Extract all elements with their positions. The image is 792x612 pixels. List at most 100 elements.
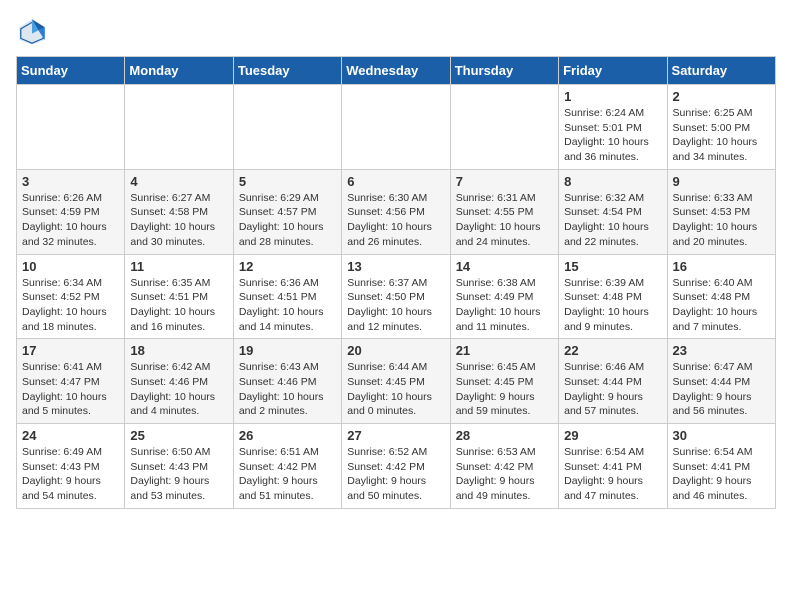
day-info: Sunrise: 6:29 AM Sunset: 4:57 PM Dayligh… <box>239 191 336 250</box>
calendar-header-row: SundayMondayTuesdayWednesdayThursdayFrid… <box>17 57 776 85</box>
calendar-week-3: 10Sunrise: 6:34 AM Sunset: 4:52 PM Dayli… <box>17 254 776 339</box>
day-number: 3 <box>22 174 119 189</box>
day-header-thursday: Thursday <box>450 57 558 85</box>
day-number: 22 <box>564 343 661 358</box>
calendar-cell: 8 Sunrise: 6:32 AM Sunset: 4:54 PM Daylig… <box>559 169 667 254</box>
calendar-cell: 29 Sunrise: 6:54 AM Sunset: 4:41 PM Dayli… <box>559 424 667 509</box>
day-header-wednesday: Wednesday <box>342 57 450 85</box>
calendar-cell: 9 Sunrise: 6:33 AM Sunset: 4:53 PM Daylig… <box>667 169 775 254</box>
calendar-cell: 10Sunrise: 6:34 AM Sunset: 4:52 PM Dayli… <box>17 254 125 339</box>
day-info: Sunrise: 6:26 AM Sunset: 4:59 PM Dayligh… <box>22 191 119 250</box>
day-info: Sunrise: 6:54 AM Sunset: 4:41 PM Dayligh… <box>564 445 661 504</box>
day-number: 12 <box>239 259 336 274</box>
day-info: Sunrise: 6:40 AM Sunset: 4:48 PM Dayligh… <box>673 276 770 335</box>
day-number: 17 <box>22 343 119 358</box>
calendar-cell <box>342 85 450 170</box>
day-number: 10 <box>22 259 119 274</box>
calendar-cell: 4Sunrise: 6:27 AM Sunset: 4:58 PM Daylig… <box>125 169 233 254</box>
day-number: 11 <box>130 259 227 274</box>
day-header-sunday: Sunday <box>17 57 125 85</box>
day-info: Sunrise: 6:47 AM Sunset: 4:44 PM Dayligh… <box>673 360 770 419</box>
day-number: 4 <box>130 174 227 189</box>
day-info: Sunrise: 6:38 AM Sunset: 4:49 PM Dayligh… <box>456 276 553 335</box>
day-number: 24 <box>22 428 119 443</box>
day-header-monday: Monday <box>125 57 233 85</box>
page-header <box>16 16 776 48</box>
day-number: 14 <box>456 259 553 274</box>
calendar-cell: 11 Sunrise: 6:35 AM Sunset: 4:51 PM Dayli… <box>125 254 233 339</box>
day-header-friday: Friday <box>559 57 667 85</box>
calendar-cell: 28Sunrise: 6:53 AM Sunset: 4:42 PM Dayli… <box>450 424 558 509</box>
calendar-cell: 1 Sunrise: 6:24 AM Sunset: 5:01 PM Daylig… <box>559 85 667 170</box>
day-number: 26 <box>239 428 336 443</box>
day-info: Sunrise: 6:53 AM Sunset: 4:42 PM Dayligh… <box>456 445 553 504</box>
day-number: 23 <box>673 343 770 358</box>
calendar-cell: 22 Sunrise: 6:46 AM Sunset: 4:44 PM Dayli… <box>559 339 667 424</box>
day-info: Sunrise: 6:46 AM Sunset: 4:44 PM Dayligh… <box>564 360 661 419</box>
day-number: 25 <box>130 428 227 443</box>
day-number: 30 <box>673 428 770 443</box>
calendar: SundayMondayTuesdayWednesdayThursdayFrid… <box>16 56 776 509</box>
logo-icon <box>16 16 48 48</box>
calendar-cell: 26 Sunrise: 6:51 AM Sunset: 4:42 PM Dayli… <box>233 424 341 509</box>
calendar-cell: 2 Sunrise: 6:25 AM Sunset: 5:00 PM Daylig… <box>667 85 775 170</box>
day-number: 18 <box>130 343 227 358</box>
calendar-cell: 16 Sunrise: 6:40 AM Sunset: 4:48 PM Dayli… <box>667 254 775 339</box>
day-info: Sunrise: 6:35 AM Sunset: 4:51 PM Dayligh… <box>130 276 227 335</box>
day-info: Sunrise: 6:42 AM Sunset: 4:46 PM Dayligh… <box>130 360 227 419</box>
day-number: 21 <box>456 343 553 358</box>
day-info: Sunrise: 6:24 AM Sunset: 5:01 PM Dayligh… <box>564 106 661 165</box>
day-number: 9 <box>673 174 770 189</box>
calendar-cell: 19 Sunrise: 6:43 AM Sunset: 4:46 PM Dayli… <box>233 339 341 424</box>
day-info: Sunrise: 6:45 AM Sunset: 4:45 PM Dayligh… <box>456 360 553 419</box>
day-number: 27 <box>347 428 444 443</box>
day-number: 2 <box>673 89 770 104</box>
day-info: Sunrise: 6:41 AM Sunset: 4:47 PM Dayligh… <box>22 360 119 419</box>
calendar-cell: 21 Sunrise: 6:45 AM Sunset: 4:45 PM Dayli… <box>450 339 558 424</box>
calendar-cell: 30 Sunrise: 6:54 AM Sunset: 4:41 PM Dayli… <box>667 424 775 509</box>
day-number: 8 <box>564 174 661 189</box>
calendar-cell: 15 Sunrise: 6:39 AM Sunset: 4:48 PM Dayli… <box>559 254 667 339</box>
day-number: 19 <box>239 343 336 358</box>
day-info: Sunrise: 6:50 AM Sunset: 4:43 PM Dayligh… <box>130 445 227 504</box>
day-number: 5 <box>239 174 336 189</box>
day-info: Sunrise: 6:52 AM Sunset: 4:42 PM Dayligh… <box>347 445 444 504</box>
day-info: Sunrise: 6:32 AM Sunset: 4:54 PM Dayligh… <box>564 191 661 250</box>
day-number: 16 <box>673 259 770 274</box>
day-info: Sunrise: 6:43 AM Sunset: 4:46 PM Dayligh… <box>239 360 336 419</box>
calendar-week-4: 17 Sunrise: 6:41 AM Sunset: 4:47 PM Dayli… <box>17 339 776 424</box>
calendar-cell: 5 Sunrise: 6:29 AM Sunset: 4:57 PM Daylig… <box>233 169 341 254</box>
calendar-cell: 6Sunrise: 6:30 AM Sunset: 4:56 PM Daylig… <box>342 169 450 254</box>
calendar-cell: 3 Sunrise: 6:26 AM Sunset: 4:59 PM Daylig… <box>17 169 125 254</box>
day-info: Sunrise: 6:54 AM Sunset: 4:41 PM Dayligh… <box>673 445 770 504</box>
day-number: 29 <box>564 428 661 443</box>
calendar-cell <box>233 85 341 170</box>
day-info: Sunrise: 6:49 AM Sunset: 4:43 PM Dayligh… <box>22 445 119 504</box>
calendar-cell: 7Sunrise: 6:31 AM Sunset: 4:55 PM Daylig… <box>450 169 558 254</box>
calendar-cell <box>450 85 558 170</box>
calendar-cell: 27 Sunrise: 6:52 AM Sunset: 4:42 PM Dayli… <box>342 424 450 509</box>
calendar-cell: 25 Sunrise: 6:50 AM Sunset: 4:43 PM Dayli… <box>125 424 233 509</box>
day-info: Sunrise: 6:36 AM Sunset: 4:51 PM Dayligh… <box>239 276 336 335</box>
day-number: 6 <box>347 174 444 189</box>
calendar-cell: 12 Sunrise: 6:36 AM Sunset: 4:51 PM Dayli… <box>233 254 341 339</box>
day-number: 7 <box>456 174 553 189</box>
day-header-tuesday: Tuesday <box>233 57 341 85</box>
calendar-week-1: 1 Sunrise: 6:24 AM Sunset: 5:01 PM Daylig… <box>17 85 776 170</box>
logo <box>16 16 52 48</box>
calendar-cell: 14 Sunrise: 6:38 AM Sunset: 4:49 PM Dayli… <box>450 254 558 339</box>
calendar-week-5: 24 Sunrise: 6:49 AM Sunset: 4:43 PM Dayli… <box>17 424 776 509</box>
day-info: Sunrise: 6:25 AM Sunset: 5:00 PM Dayligh… <box>673 106 770 165</box>
day-number: 13 <box>347 259 444 274</box>
day-number: 1 <box>564 89 661 104</box>
calendar-week-2: 3 Sunrise: 6:26 AM Sunset: 4:59 PM Daylig… <box>17 169 776 254</box>
day-info: Sunrise: 6:44 AM Sunset: 4:45 PM Dayligh… <box>347 360 444 419</box>
day-info: Sunrise: 6:37 AM Sunset: 4:50 PM Dayligh… <box>347 276 444 335</box>
calendar-cell: 13 Sunrise: 6:37 AM Sunset: 4:50 PM Dayli… <box>342 254 450 339</box>
calendar-cell: 23 Sunrise: 6:47 AM Sunset: 4:44 PM Dayli… <box>667 339 775 424</box>
day-info: Sunrise: 6:39 AM Sunset: 4:48 PM Dayligh… <box>564 276 661 335</box>
calendar-cell <box>125 85 233 170</box>
day-info: Sunrise: 6:51 AM Sunset: 4:42 PM Dayligh… <box>239 445 336 504</box>
day-number: 15 <box>564 259 661 274</box>
day-info: Sunrise: 6:33 AM Sunset: 4:53 PM Dayligh… <box>673 191 770 250</box>
